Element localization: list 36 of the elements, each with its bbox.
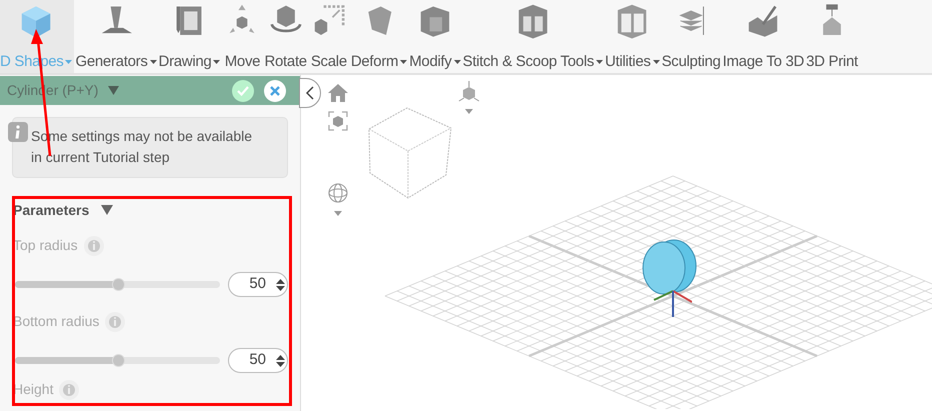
toolbar-item[interactable]: Rotate: [263, 0, 308, 73]
slider-track[interactable]: [15, 281, 220, 288]
close-button[interactable]: [264, 80, 286, 102]
toolbar-item[interactable]: Modify: [408, 0, 462, 73]
toolbar-item[interactable]: Deform: [350, 0, 408, 73]
section-title: Parameters: [13, 201, 90, 220]
close-icon: [270, 86, 280, 96]
toolbar-item[interactable]: Utilities: [604, 0, 661, 73]
orbit-icon[interactable]: [328, 183, 348, 217]
info-icon[interactable]: [59, 380, 80, 400]
caret-icon: [108, 86, 120, 95]
toolbar-item[interactable]: Move: [221, 0, 264, 73]
toolbar-item[interactable]: Drawing: [158, 0, 222, 73]
info-icon[interactable]: [105, 312, 126, 332]
spinner-icon[interactable]: [276, 354, 285, 368]
parameter-label: Top radius: [13, 236, 78, 255]
collapse-panel-button[interactable]: [299, 78, 321, 108]
slider-track[interactable]: [15, 357, 220, 364]
toolbar-item[interactable]: Scale: [308, 0, 350, 73]
info-icon: [8, 122, 28, 142]
chevron-left-icon: [306, 86, 314, 100]
expand-caret-icon[interactable]: [101, 204, 114, 216]
home-icon[interactable]: [328, 84, 348, 102]
view-cube-drawing[interactable]: [367, 107, 453, 199]
toolbar-item[interactable]: Image To 3D: [722, 0, 806, 73]
spinner-icon[interactable]: [276, 278, 285, 292]
perspective-cube-icon[interactable]: [458, 81, 480, 115]
axes-gizmo-icon: [652, 289, 692, 317]
toolbar-item[interactable]: 3D Print: [805, 0, 859, 73]
check-icon: [237, 86, 249, 96]
confirm-button[interactable]: [232, 80, 254, 102]
toolbar-item[interactable]: Sculpting: [660, 0, 722, 73]
toolbar-item[interactable]: Generators: [74, 0, 158, 73]
toolbar-item[interactable]: Stitch & Scoop Tools: [462, 0, 604, 73]
info-icon[interactable]: [84, 236, 104, 256]
fit-view-icon[interactable]: [328, 111, 348, 131]
